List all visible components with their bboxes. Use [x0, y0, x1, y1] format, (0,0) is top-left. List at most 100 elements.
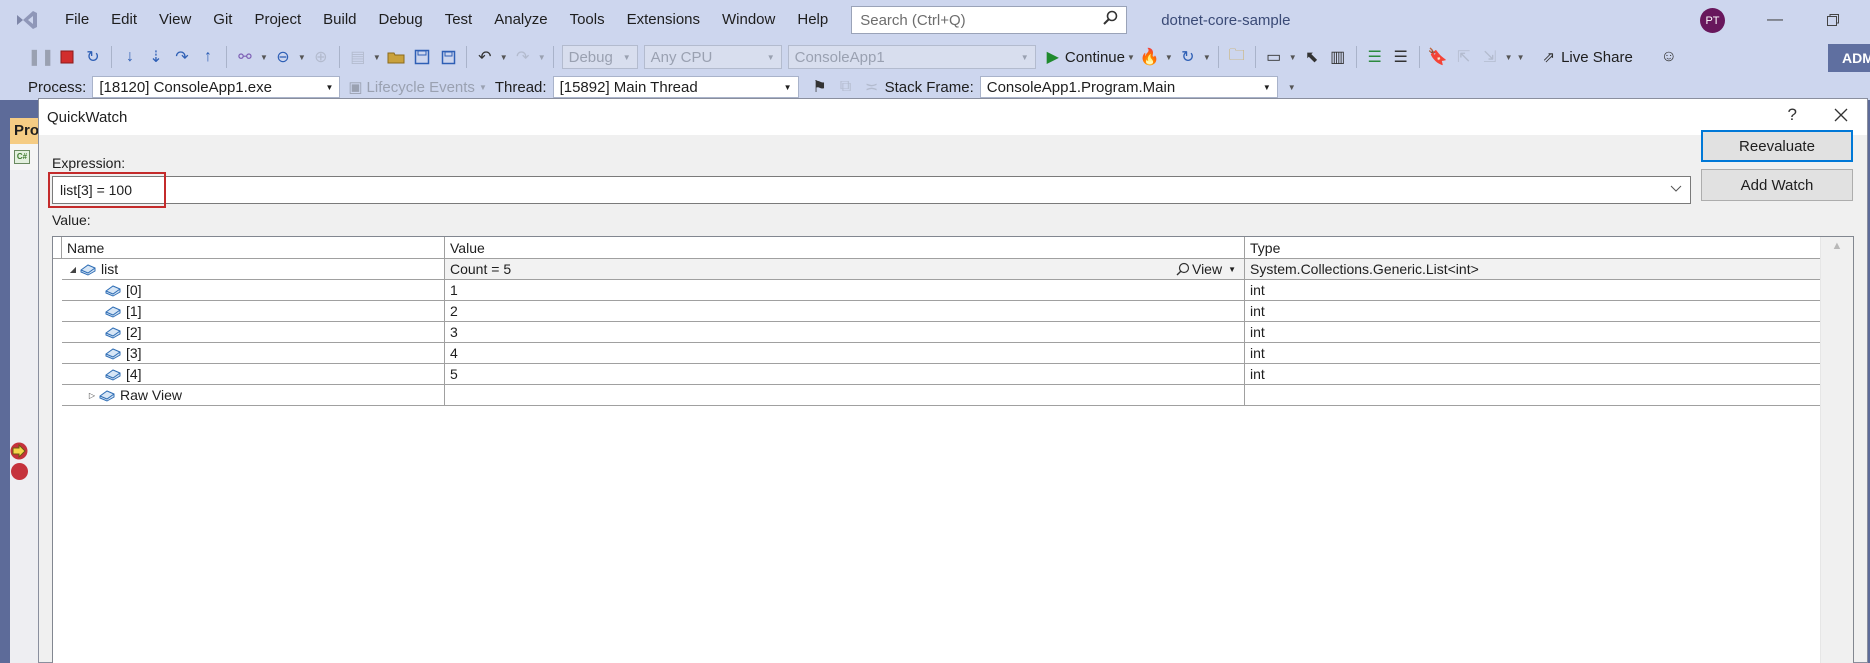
overflow-caret-icon[interactable]: ▼ — [1289, 53, 1297, 62]
redo-dropdown-icon[interactable]: ▼ — [538, 53, 546, 62]
expand-triangle-icon[interactable]: ▷ — [86, 391, 98, 400]
table-row[interactable]: ▷ Raw View — [62, 385, 1820, 406]
start-page-icon[interactable]: ▭ — [1262, 45, 1286, 69]
undo-icon[interactable]: ↶ — [473, 45, 497, 69]
live-share-icon: ⇗ — [1542, 49, 1556, 66]
step-out-icon[interactable]: ↑ — [196, 45, 220, 69]
view-visualizer-button[interactable]: View ▼ — [1176, 261, 1236, 277]
startup-project-dropdown[interactable]: ConsoleApp1 ▼ — [787, 45, 1036, 69]
step-into-icon[interactable]: ⇣ — [144, 45, 168, 69]
hot-reload-flame-icon[interactable]: 🔥 — [1138, 45, 1162, 69]
pause-icon[interactable]: ❚❚ — [28, 45, 55, 69]
step-over-icon[interactable]: ↷ — [170, 45, 194, 69]
continue-label: Continue — [1064, 48, 1125, 66]
menu-file[interactable]: File — [54, 6, 100, 34]
table-row[interactable]: [0] 1 int — [62, 280, 1820, 301]
overflow-caret-icon[interactable]: ▼ — [1505, 53, 1513, 62]
minimize-icon[interactable]: — — [1762, 8, 1788, 32]
share-file-icon[interactable]: ▥ — [1326, 45, 1350, 69]
table-row[interactable]: [3] 4 int — [62, 343, 1820, 364]
reevaluate-button[interactable]: Reevaluate — [1701, 130, 1853, 162]
flag-thread-icon[interactable]: ⚑ — [808, 75, 832, 99]
menu-project[interactable]: Project — [243, 6, 312, 34]
thread-dropdown[interactable]: [15892] Main Thread ▼ — [552, 76, 799, 98]
restart-icon[interactable]: ↻ — [81, 45, 105, 69]
refresh-dropdown-icon[interactable]: ▼ — [1203, 53, 1211, 62]
column-header-value[interactable]: Value — [445, 237, 1245, 258]
thread-value: [15892] Main Thread — [559, 78, 698, 96]
user-avatar[interactable]: PT — [1700, 8, 1725, 33]
new-project-dropdown-icon[interactable]: ▼ — [373, 53, 381, 62]
table-row[interactable]: ◢ list Count = 5 View ▼ System.Collectio… — [62, 259, 1820, 280]
search-input[interactable]: Search (Ctrl+Q) — [851, 6, 1128, 34]
stop-icon[interactable] — [55, 45, 79, 69]
previous-bookmark-icon[interactable]: ⇱ — [1452, 45, 1476, 69]
table-row[interactable]: [2] 3 int — [62, 322, 1820, 343]
column-header-type[interactable]: Type — [1245, 237, 1820, 258]
navigate-back-dropdown-icon[interactable]: ▼ — [298, 53, 306, 62]
navigate-back-icon[interactable]: ⊖ — [271, 45, 295, 69]
name-cell: ▷ Raw View — [62, 385, 445, 405]
menu-test[interactable]: Test — [434, 6, 484, 34]
overflow-caret-icon[interactable]: ▼ — [1517, 53, 1525, 62]
redo-icon[interactable]: ↷ — [511, 45, 535, 69]
row-name: [3] — [126, 345, 142, 361]
column-header-name[interactable]: Name — [62, 237, 445, 258]
menu-view[interactable]: View — [148, 6, 202, 34]
menu-help[interactable]: Help — [786, 6, 839, 34]
separator — [226, 46, 227, 68]
vertical-scrollbar[interactable]: ▲ — [1820, 237, 1853, 663]
feedback-icon[interactable]: ☺ — [1657, 45, 1681, 69]
table-row[interactable]: [4] 5 int — [62, 364, 1820, 385]
refresh-icon[interactable]: ↻ — [1176, 45, 1200, 69]
menu-window[interactable]: Window — [711, 6, 786, 34]
overflow-caret-icon[interactable]: ▼ — [1288, 83, 1296, 92]
overflow-caret-icon[interactable]: ▼ — [260, 53, 268, 62]
undo-dropdown-icon[interactable]: ▼ — [500, 53, 508, 62]
chevron-down-icon[interactable] — [1670, 184, 1682, 196]
program-tab[interactable]: Pro — [10, 118, 40, 144]
continue-button[interactable]: ▶ Continue ▼ — [1047, 47, 1137, 67]
menu-build[interactable]: Build — [312, 6, 367, 34]
hot-reload-dropdown-icon[interactable]: ▼ — [1165, 53, 1173, 62]
menu-debug[interactable]: Debug — [368, 6, 434, 34]
open-folder-icon[interactable] — [384, 45, 408, 69]
platform-dropdown[interactable]: Any CPU ▼ — [643, 45, 782, 69]
scroll-up-icon[interactable]: ▲ — [1821, 240, 1853, 252]
menu-git[interactable]: Git — [202, 6, 243, 34]
select-element-icon[interactable]: ⬉ — [1300, 45, 1324, 69]
table-row[interactable]: [1] 2 int — [62, 301, 1820, 322]
value-cell — [445, 385, 1245, 405]
breakpoint-icon[interactable] — [11, 463, 28, 480]
navigate-forward-icon[interactable]: ⊕ — [309, 45, 333, 69]
lifecycle-events-dropdown[interactable]: ▣ Lifecycle Events ▼ — [348, 78, 487, 97]
save-icon[interactable] — [410, 45, 434, 69]
add-watch-button[interactable]: Add Watch — [1701, 169, 1853, 201]
save-all-icon[interactable] — [436, 45, 460, 69]
next-bookmark-icon[interactable]: ⇲ — [1478, 45, 1502, 69]
collapse-triangle-icon[interactable]: ◢ — [67, 265, 79, 274]
hot-reload-icon[interactable]: ⚯ — [233, 45, 257, 69]
help-button[interactable]: ? — [1788, 105, 1797, 125]
stack-frame-dropdown[interactable]: ConsoleApp1.Program.Main ▼ — [979, 76, 1278, 98]
bookmark-icon[interactable]: 🔖 — [1426, 45, 1450, 69]
configuration-dropdown[interactable]: Debug ▼ — [561, 45, 638, 69]
menu-analyze[interactable]: Analyze — [483, 6, 558, 34]
stack-filter-icon[interactable]: ≍ — [860, 75, 884, 99]
show-threads-icon[interactable]: ⧉ — [834, 75, 858, 99]
show-next-statement-icon[interactable]: ↓ — [118, 45, 142, 69]
find-in-files-icon[interactable]: 🗀 — [1225, 45, 1249, 69]
menu-edit[interactable]: Edit — [100, 6, 148, 34]
continue-dropdown-icon[interactable]: ▼ — [1127, 53, 1135, 62]
comment-icon[interactable]: ☰ — [1363, 45, 1387, 69]
close-button[interactable] — [1833, 103, 1849, 129]
expression-input[interactable]: list[3] = 100 — [52, 176, 1691, 204]
menu-tools[interactable]: Tools — [559, 6, 616, 34]
new-project-icon[interactable]: ▤ — [346, 45, 370, 69]
name-cell: [0] — [62, 280, 445, 300]
uncomment-icon[interactable]: ☰ — [1389, 45, 1413, 69]
live-share-button[interactable]: ⇗ Live Share — [1542, 48, 1633, 67]
process-dropdown[interactable]: [18120] ConsoleApp1.exe ▼ — [92, 76, 341, 98]
restore-icon[interactable] — [1820, 8, 1846, 32]
menu-extensions[interactable]: Extensions — [616, 6, 711, 34]
